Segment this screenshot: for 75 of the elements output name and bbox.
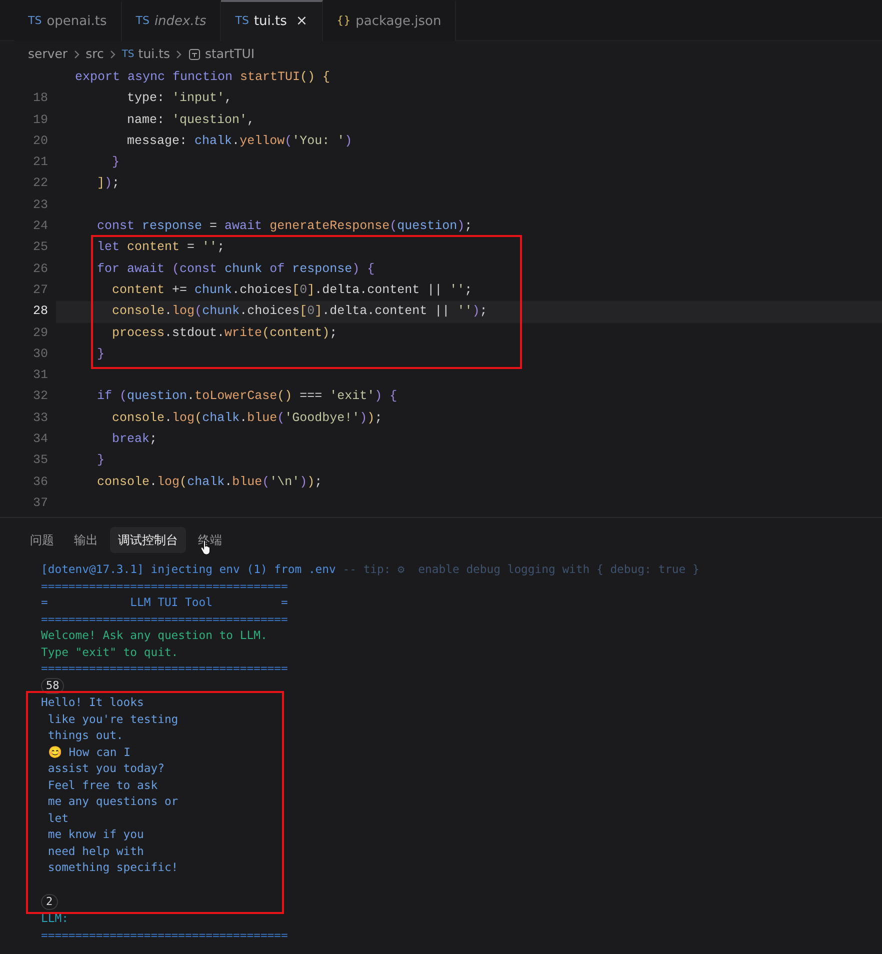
terminal-line: ==================================== — [41, 578, 288, 593]
line-number: 20 — [32, 132, 49, 150]
code-line: type: 'input', — [126, 90, 232, 108]
terminal-line: ==================================== — [41, 661, 288, 676]
line-number: 36 — [32, 474, 49, 491]
code-line: console.log(chalk.blue('\n')); — [96, 474, 322, 491]
terminal-line: ==================================== — [41, 612, 288, 626]
line-number: 35 — [32, 452, 49, 470]
function-icon — [188, 48, 201, 60]
terminal-line: [dotenv@17.3.1] injecting env (1) from .env -- tip: ⚙ enable debug logging with { debug: true } — [41, 562, 700, 576]
editor-tab[interactable]: {} package.json — [322, 0, 456, 41]
breadcrumb-item[interactable]: src — [86, 44, 104, 64]
editor-tab[interactable]: TS tui.ts × — [221, 0, 323, 41]
code-line: process.stdout.write(content); — [111, 324, 338, 342]
terminal-line: me any questions or — [46, 794, 178, 808]
terminal-line: ==================================== — [41, 928, 288, 942]
editor-tab[interactable]: TS index.ts — [122, 0, 222, 41]
breadcrumb-item[interactable]: server — [28, 44, 68, 64]
code-line: } — [96, 346, 105, 363]
line-number: 24 — [32, 218, 49, 236]
code-line: ]); — [96, 175, 120, 192]
line-number: 33 — [32, 410, 49, 427]
panel-tab[interactable]: 问题 — [22, 526, 62, 553]
terminal-line: something specific! — [46, 860, 178, 874]
editor-tab[interactable]: TS openai.ts — [14, 0, 122, 41]
line-number: 23 — [32, 196, 49, 214]
chevron-icon — [74, 50, 80, 58]
code-line: console.log(chalk.blue('Goodbye!')); — [111, 410, 382, 427]
chevron-icon — [110, 50, 116, 58]
terminal-line: Type "exit" to quit. — [41, 644, 178, 659]
count-badge: 58 — [41, 678, 64, 694]
chevron-icon — [176, 50, 182, 58]
line-number: 29 — [32, 324, 49, 342]
breadcrumb-item[interactable]: TS tui.ts — [122, 44, 170, 64]
line-number: 32 — [32, 388, 49, 406]
terminal-line: need help with — [46, 844, 144, 858]
terminal-line: like you're testing — [46, 712, 178, 726]
code-line: const response = await generateResponse(question); — [96, 218, 472, 236]
sticky-code-line: export async function startTUI() { — [75, 70, 330, 84]
code-line: break; — [111, 431, 158, 448]
terminal-line: Hello! It looks — [41, 695, 144, 710]
line-number: 30 — [32, 346, 49, 363]
terminal-line: assist you today? — [46, 761, 164, 776]
code-line: } — [96, 452, 105, 470]
line-number: 26 — [32, 260, 49, 278]
terminal-line: me know if you — [46, 827, 144, 842]
line-number: 34 — [32, 431, 49, 448]
code-line: let content = ''; — [96, 239, 225, 256]
breadcrumb-item[interactable]: startTUI — [188, 44, 255, 64]
terminal-line: 😊 How can I — [46, 744, 130, 759]
code-line: content += chunk.choices[0].delta.content || ''; — [111, 282, 472, 299]
code-line: message: chalk.yellow('You: ') — [126, 132, 352, 150]
line-number: 27 — [32, 282, 49, 299]
code-line: for await (const chunk of response) { — [96, 260, 375, 278]
terminal-line: Feel free to ask — [46, 778, 158, 792]
code-line: } — [111, 154, 120, 172]
terminal-line: let — [46, 810, 68, 825]
count-badge: 2 — [41, 894, 58, 910]
line-number: 28 — [32, 303, 49, 320]
line-number: 21 — [32, 154, 49, 172]
line-number: 19 — [32, 112, 49, 129]
line-number: 31 — [32, 367, 49, 384]
line-number: 18 — [32, 90, 49, 108]
panel-tab[interactable]: 输出 — [66, 526, 106, 553]
code-line: name: 'question', — [126, 112, 255, 129]
terminal-line: = LLM TUI Tool = — [41, 595, 288, 610]
panel-tab[interactable]: 调试控制台 — [110, 526, 186, 553]
line-number: 22 — [32, 175, 49, 192]
line-number: 37 — [32, 494, 49, 512]
line-number: 25 — [32, 239, 49, 256]
terminal-line: Welcome! Ask any question to LLM. — [41, 628, 268, 642]
code-line: if (question.toLowerCase() === 'exit') { — [96, 388, 398, 406]
close-icon[interactable]: × — [296, 11, 308, 32]
terminal-line: LLM: — [41, 911, 68, 926]
terminal-line: things out. — [46, 728, 124, 742]
